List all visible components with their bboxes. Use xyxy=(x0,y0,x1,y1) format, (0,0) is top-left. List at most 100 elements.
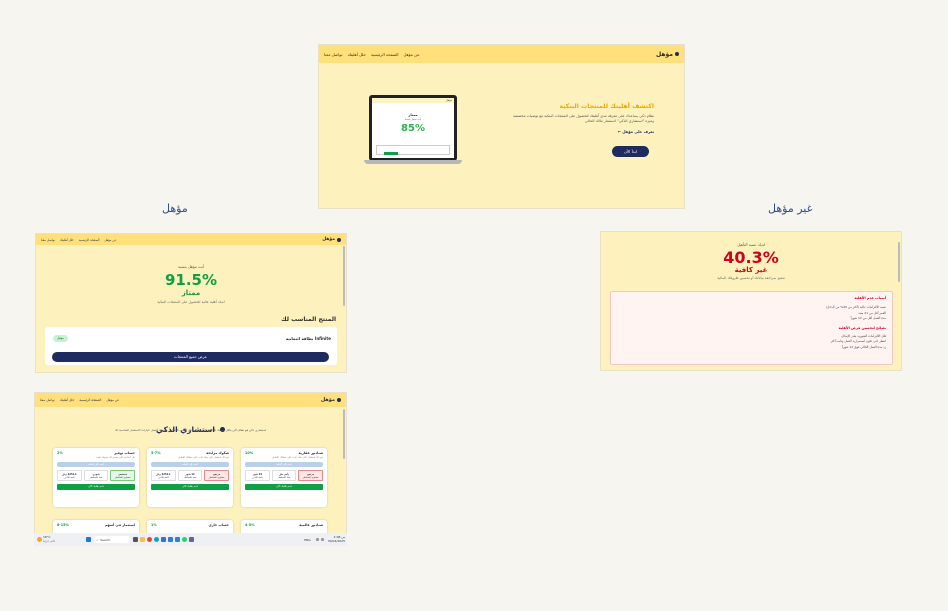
nav-analyze[interactable]: حلل أهليتك xyxy=(60,238,74,242)
caption-eligible: مؤهل xyxy=(162,202,188,215)
logo-icon xyxy=(337,237,341,242)
apply-now-button[interactable]: قدم طلبك الآن xyxy=(245,484,323,490)
product-name: بطاقة ائتمانية xyxy=(285,336,314,341)
nav-analyze[interactable]: حلل أهليتك xyxy=(60,398,75,402)
scrollbar[interactable] xyxy=(343,409,345,459)
nav-contact[interactable]: تواصل معنا xyxy=(41,238,55,242)
eligible-description: لديك أهلية عالية للحصول على المنتجات الب… xyxy=(157,300,225,304)
clock-date[interactable]: 30/04/2025 xyxy=(328,539,345,543)
nav-home[interactable]: الصفحة الرئيسية xyxy=(371,52,399,57)
start-icon[interactable] xyxy=(86,537,92,542)
explorer-icon[interactable] xyxy=(140,537,146,542)
nav-home[interactable]: الصفحة الرئيسية xyxy=(79,238,100,242)
add-to-profile-button[interactable]: أضف إلى الملف xyxy=(57,462,135,467)
tips-title: نصائح لتحسين فرص الأهلية xyxy=(838,325,886,330)
laptop-logo: مؤهل xyxy=(372,98,454,103)
store-icon[interactable] xyxy=(161,537,167,542)
volume-icon[interactable] xyxy=(320,538,324,541)
risk-box: منخفض مستوى المخاطر xyxy=(110,470,135,481)
weather-icon xyxy=(37,537,42,542)
card-rate: 4-5% xyxy=(245,523,255,527)
nav-contact[interactable]: تواصل معنا xyxy=(40,398,55,402)
taskview-icon[interactable] xyxy=(133,537,139,542)
laptop-illustration: مؤهل ممتاز أنت مؤهل بنسبة 85% xyxy=(364,95,462,165)
advisor-navbar: مؤهل عن مؤهل الصفحة الرئيسية حلل أهليتك … xyxy=(35,393,346,407)
card-description: يتيح لك استثمار ذكي بعائد ثابت على عملائ… xyxy=(272,456,323,459)
risk-box: مرتفع مستوى المخاطر xyxy=(204,470,229,481)
duration-box: 12 شهر مدة الاستثمار xyxy=(177,470,203,481)
weather-desc: غائم جزئيا xyxy=(43,538,56,543)
minimum-box: 24 شهر الحد الأدنى xyxy=(244,470,270,481)
teams-icon[interactable] xyxy=(189,537,195,542)
navbar-logo-2[interactable]: مؤهل xyxy=(322,237,341,242)
navbar-logo-3[interactable]: مؤهل xyxy=(321,397,341,403)
laptop-sub: أنت مؤهل بنسبة xyxy=(404,118,422,121)
section-title: المنتج المناسب لك xyxy=(281,316,336,323)
navbar-links-2: عن مؤهل الصفحة الرئيسية حلل أهليتك تواصل… xyxy=(41,238,116,242)
language-indicator[interactable]: ENG xyxy=(304,538,310,542)
mail-icon[interactable] xyxy=(168,537,174,542)
taskbar-search[interactable]: ⌕ Search xyxy=(94,536,131,543)
chrome-icon[interactable] xyxy=(147,537,153,542)
risk-box: مرتفع مستوى المخاطر xyxy=(298,470,323,481)
reasons-panel: أسباب عدم الأهلية نسبة الالتزامات عالية … xyxy=(610,291,893,365)
vscode-icon[interactable] xyxy=(175,537,181,542)
minimum-box: $251.1 ريال الحد الأدنى xyxy=(56,470,82,481)
hero-title: اكتشف أهليتك للمنتجات البنكية xyxy=(559,103,654,110)
card-title: صناديق عالمية xyxy=(299,523,323,527)
add-to-profile-button[interactable]: أضف إلى الملف xyxy=(151,462,229,467)
not-eligible-grade: غير كافية xyxy=(734,266,768,274)
apply-now-button[interactable]: قدم طلبك الآن xyxy=(151,484,229,490)
advisor-description: استشاري ذكي هو نظام ذكي يحلل وضعك المالي… xyxy=(114,428,267,432)
investment-card: صناديق عقارية 10% يتيح لك استثمار ذكي بعا… xyxy=(241,448,327,507)
apply-now-button[interactable]: قدم طلبك الآن xyxy=(57,484,135,490)
search-icon: ⌕ xyxy=(96,537,99,542)
card-title: صناديق عقارية xyxy=(298,451,324,455)
investment-card: استثمار في أسهم 8-15% xyxy=(53,520,139,533)
edge-icon[interactable] xyxy=(154,537,160,542)
logo-icon xyxy=(337,398,341,402)
not-eligible-intro: لديك نسبة التأهيل xyxy=(737,242,765,247)
product-sub: Infinite xyxy=(314,336,331,341)
not-eligible-screenshot: لديك نسبة التأهيل 40.3% غير كافية ننصح ب… xyxy=(600,231,902,371)
scrollbar[interactable] xyxy=(898,242,900,282)
duration-box: رأس مال مدة الاستثمار xyxy=(271,470,297,481)
hero-learn-link[interactable]: تعرف على مؤهل ← xyxy=(509,129,654,134)
not-eligible-percent: 40.3% xyxy=(723,248,779,267)
product-card: Infinite بطاقة ائتمانية مؤهل عرض جميع ال… xyxy=(45,327,337,365)
nav-about[interactable]: عن مؤهل xyxy=(404,52,420,57)
investment-card: حساب توفير 2% حل ادخاري ذكي يضمن لك سيولة… xyxy=(53,448,139,507)
card-title: حساب توفير xyxy=(114,451,135,455)
view-all-products-button[interactable]: عرض جميع المنتجات xyxy=(52,352,329,362)
laptop-grade: ممتاز xyxy=(408,113,418,117)
reason-item: مدة العمل أقل من 12 شهراً xyxy=(850,316,886,320)
product-badge: مؤهل xyxy=(53,335,68,342)
investment-card: صناديق عالمية 4-5% xyxy=(241,520,327,533)
card-rate: 5-7% xyxy=(151,451,161,455)
tip-item: زد مدة العمل الحالي فوق 12 شهراً xyxy=(841,344,886,349)
add-to-profile-button[interactable]: أضف إلى الملف xyxy=(245,462,323,467)
hero-start-button[interactable]: ابدأ الآن xyxy=(612,146,649,157)
hero-navbar: مؤهل عن مؤهل الصفحة الرئيسية حلل أهليتك … xyxy=(319,45,684,63)
nav-about[interactable]: عن مؤهل xyxy=(106,398,119,402)
eligible-grade: ممتاز xyxy=(181,289,201,297)
nav-about[interactable]: عن مؤهل xyxy=(104,238,116,242)
navbar-logo[interactable]: مؤهل xyxy=(656,51,679,58)
card-title: حساب جاري xyxy=(208,523,229,527)
navbar-links: عن مؤهل الصفحة الرئيسية حلل أهليتك تواصل… xyxy=(324,52,420,57)
nav-analyze[interactable]: حلل أهليتك xyxy=(348,52,366,57)
eligible-navbar: مؤهل عن مؤهل الصفحة الرئيسية حلل أهليتك … xyxy=(36,234,346,245)
windows-taskbar: 18°C غائم جزئيا ⌕ Search ENG 2:08 ص 30/0… xyxy=(34,533,347,546)
nav-contact[interactable]: تواصل معنا xyxy=(324,52,343,57)
whatsapp-icon[interactable] xyxy=(182,537,188,542)
card-rate: 10% xyxy=(245,451,254,455)
caption-not-eligible: غير مؤهل xyxy=(768,202,813,215)
card-description: يتيح لك استثمار ذكي بعائد ثابت على عملائ… xyxy=(178,456,229,459)
wifi-icon[interactable] xyxy=(315,538,319,541)
nav-home[interactable]: الصفحة الرئيسية xyxy=(79,398,101,402)
scrollbar[interactable] xyxy=(343,246,345,306)
duration-box: شهري مدة الاستثمار xyxy=(83,470,109,481)
card-rate: 8-15% xyxy=(57,523,69,527)
card-rate: 2% xyxy=(57,451,63,455)
minimum-box: $251.1 ريال الحد الأدنى xyxy=(150,470,176,481)
